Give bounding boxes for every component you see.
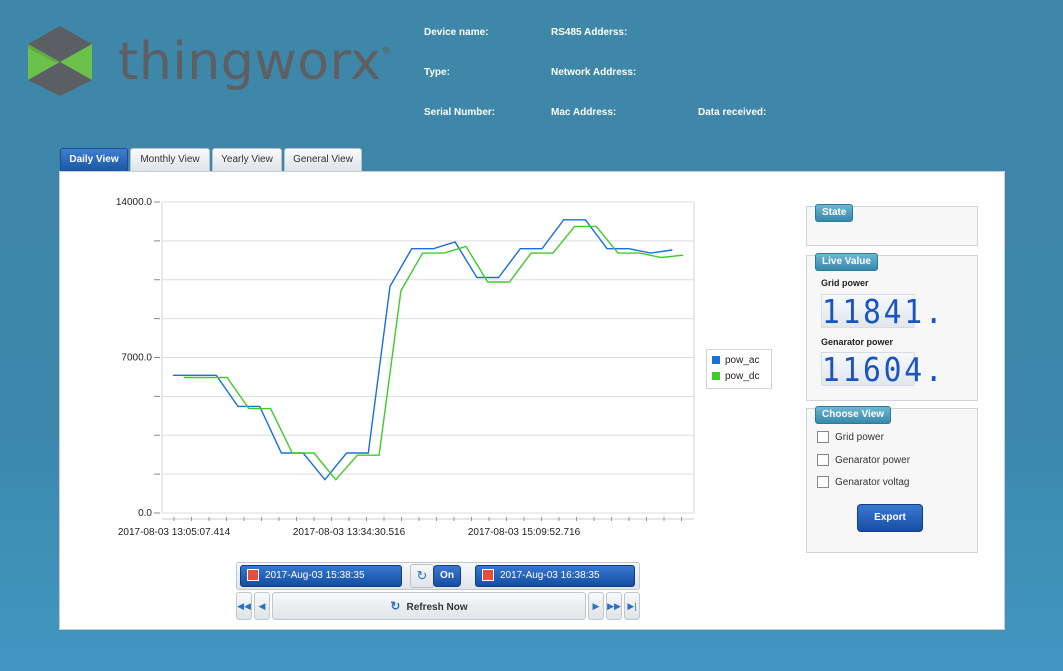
checkbox[interactable] xyxy=(817,454,829,467)
serial-number-label: Serial Number: xyxy=(424,107,496,118)
type-label: Type: xyxy=(424,67,450,78)
calendar-icon xyxy=(247,569,259,582)
state-title: State xyxy=(815,204,854,222)
option-grid-power[interactable]: Grid power xyxy=(817,431,884,445)
legend-swatch xyxy=(712,356,720,365)
x-tick-label: 2017-08-03 13:34:30.516 xyxy=(293,527,406,538)
generator-power-display: 11604. xyxy=(821,350,946,389)
thingworx-logo: thingworx® xyxy=(26,24,406,104)
choose-view-box: Choose View Grid power Genarator power G… xyxy=(806,406,978,553)
network-address-label: Network Address: xyxy=(551,67,637,78)
checkbox[interactable] xyxy=(817,431,829,444)
last-page-icon[interactable]: ▶| xyxy=(624,592,640,620)
series-line-pow-dc xyxy=(183,225,684,481)
legend-item-pow-dc[interactable]: pow_dc xyxy=(712,371,759,383)
grid-power-label: Grid power xyxy=(821,278,869,288)
state-box: State xyxy=(806,204,978,246)
tab-daily-view[interactable]: Daily View xyxy=(60,148,128,171)
tab-general-view[interactable]: General View xyxy=(284,148,362,171)
export-button[interactable]: Export xyxy=(857,504,923,532)
live-value-box: Live Value Grid power 11841. Genarator p… xyxy=(806,253,978,401)
legend-swatch xyxy=(712,372,720,381)
device-name-label: Device name: xyxy=(424,27,489,38)
first-page-icon[interactable]: ◀◀ xyxy=(236,592,252,620)
x-tick-label: 2017-08-03 13:05:07.414 xyxy=(118,527,231,538)
rs485-address-label: RS485 Adderss: xyxy=(551,27,628,38)
grid-power-display: 11841. xyxy=(821,292,946,331)
tab-monthly-view[interactable]: Monthly View xyxy=(130,148,210,171)
mac-address-label: Mac Address: xyxy=(551,107,617,118)
calendar-icon xyxy=(482,569,494,582)
y-tick-label: 7000.0 xyxy=(121,353,152,364)
live-value-title: Live Value xyxy=(815,253,878,271)
y-tick-label: 14000.0 xyxy=(116,197,153,208)
legend-item-pow-ac[interactable]: pow_ac xyxy=(712,355,759,367)
power-line-chart: 14000.0 7000.0 0.0 2017-08-03 13:05:07.414 2… xyxy=(116,197,695,538)
y-tick-label: 0.0 xyxy=(138,508,152,519)
previous-icon[interactable]: ◀ xyxy=(254,592,270,620)
option-generator-power[interactable]: Genarator power xyxy=(817,454,910,468)
thingworx-logo-icon xyxy=(28,26,92,96)
logo-wordmark: thingworx® xyxy=(118,32,392,92)
checkbox[interactable] xyxy=(817,476,829,489)
chart-legend: pow_ac pow_dc xyxy=(706,349,772,389)
start-datetime-picker[interactable]: 2017-Aug-03 15:38:35 xyxy=(240,565,402,587)
auto-refresh-icon[interactable]: ↻ xyxy=(410,564,434,588)
fast-forward-icon[interactable]: ▶▶ xyxy=(606,592,622,620)
choose-view-title: Choose View xyxy=(815,406,892,424)
generator-power-label: Genarator power xyxy=(821,337,894,347)
tab-yearly-view[interactable]: Yearly View xyxy=(212,148,282,171)
data-received-label: Data received: xyxy=(698,107,767,118)
end-datetime-picker[interactable]: 2017-Aug-03 16:38:35 xyxy=(475,565,635,587)
refresh-now-button[interactable]: ↻ Refresh Now xyxy=(272,592,586,620)
auto-refresh-toggle[interactable]: On xyxy=(433,565,461,587)
option-generator-voltage[interactable]: Genarator voltag xyxy=(817,476,910,490)
refresh-icon: ↻ xyxy=(390,599,401,613)
series-line-pow-ac xyxy=(172,219,673,481)
x-tick-label: 2017-08-03 15:09:52.716 xyxy=(468,527,581,538)
next-icon[interactable]: ▶ xyxy=(588,592,604,620)
